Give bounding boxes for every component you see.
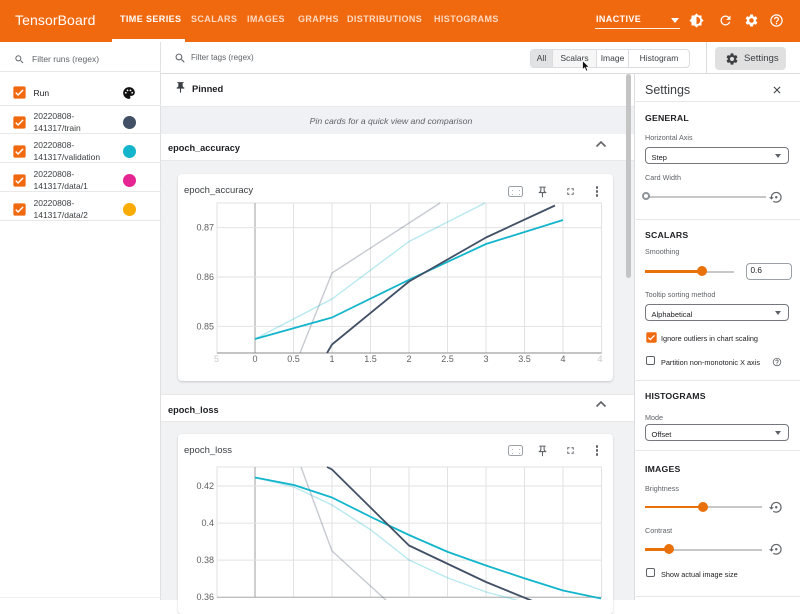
svg-text:0.85: 0.85 — [196, 321, 214, 331]
svg-text:0.36: 0.36 — [196, 592, 214, 600]
svg-text:0: 0 — [252, 354, 257, 364]
svg-text:0.42: 0.42 — [196, 481, 214, 491]
svg-text:2.5: 2.5 — [441, 354, 454, 364]
svg-text:5: 5 — [214, 354, 219, 364]
svg-text:3: 3 — [483, 354, 488, 364]
svg-text:0.5: 0.5 — [287, 354, 300, 364]
svg-text:3.5: 3.5 — [518, 354, 531, 364]
svg-text:1: 1 — [329, 354, 334, 364]
svg-text:4: 4 — [560, 354, 565, 364]
svg-text:1.5: 1.5 — [364, 354, 377, 364]
svg-text:0.4: 0.4 — [201, 518, 214, 528]
svg-text:0.38: 0.38 — [196, 555, 214, 565]
svg-text:4: 4 — [597, 354, 602, 364]
svg-text:2: 2 — [406, 354, 411, 364]
svg-text:0.87: 0.87 — [196, 223, 214, 233]
svg-text:0.86: 0.86 — [196, 272, 214, 282]
